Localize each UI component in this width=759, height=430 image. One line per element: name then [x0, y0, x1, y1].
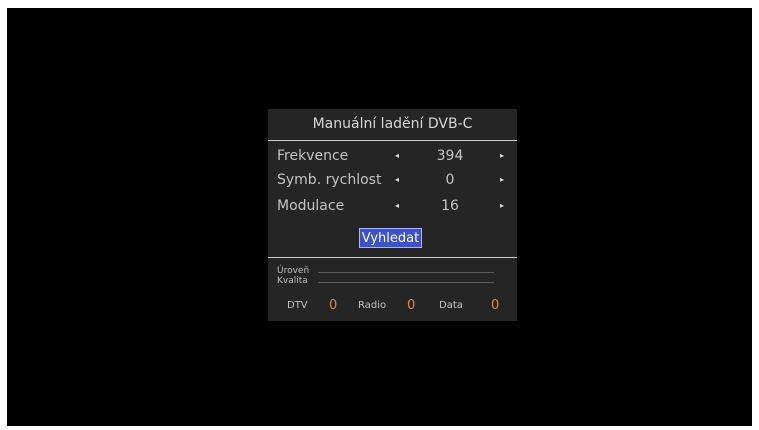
symbol-rate-row[interactable]: Symb. rychlost ◂ 0 ▸ [268, 168, 517, 192]
arrow-right-icon[interactable]: ▸ [497, 168, 507, 192]
channel-counts: DTV 0 Radio 0 Data 0 [268, 297, 517, 315]
search-button[interactable]: Vyhledat [359, 228, 422, 248]
frequency-row[interactable]: Frekvence ◂ 394 ▸ [268, 144, 517, 168]
symbol-rate-label: Symb. rychlost [277, 172, 382, 188]
frequency-value: 394 [436, 148, 464, 164]
tv-screen: Manuální ladění DVB-C Frekvence ◂ 394 ▸ … [7, 8, 752, 426]
modulation-value: 16 [441, 198, 459, 214]
meters-divider [268, 257, 517, 258]
radio-count: 0 [407, 298, 416, 313]
dtv-label: DTV [287, 300, 308, 311]
arrow-left-icon[interactable]: ◂ [392, 144, 402, 168]
arrow-left-icon[interactable]: ◂ [392, 168, 402, 192]
arrow-left-icon[interactable]: ◂ [392, 194, 402, 218]
dialog-title: Manuální ladění DVB-C [312, 116, 473, 132]
quality-label: Kvalita [277, 276, 308, 286]
level-meter [318, 272, 494, 273]
quality-meter [318, 282, 494, 283]
dtv-count: 0 [329, 298, 338, 313]
data-count: 0 [491, 298, 500, 313]
arrow-right-icon[interactable]: ▸ [497, 144, 507, 168]
symbol-rate-value: 0 [445, 172, 455, 188]
modulation-label: Modulace [277, 198, 345, 214]
arrow-right-icon[interactable]: ▸ [497, 194, 507, 218]
title-divider [268, 140, 517, 141]
radio-label: Radio [358, 300, 387, 311]
manual-tuning-dialog: Manuální ladění DVB-C Frekvence ◂ 394 ▸ … [268, 109, 517, 321]
data-label: Data [439, 300, 463, 311]
frequency-label: Frekvence [277, 148, 349, 164]
level-label: Úroveň [277, 266, 310, 276]
modulation-row[interactable]: Modulace ◂ 16 ▸ [268, 194, 517, 218]
